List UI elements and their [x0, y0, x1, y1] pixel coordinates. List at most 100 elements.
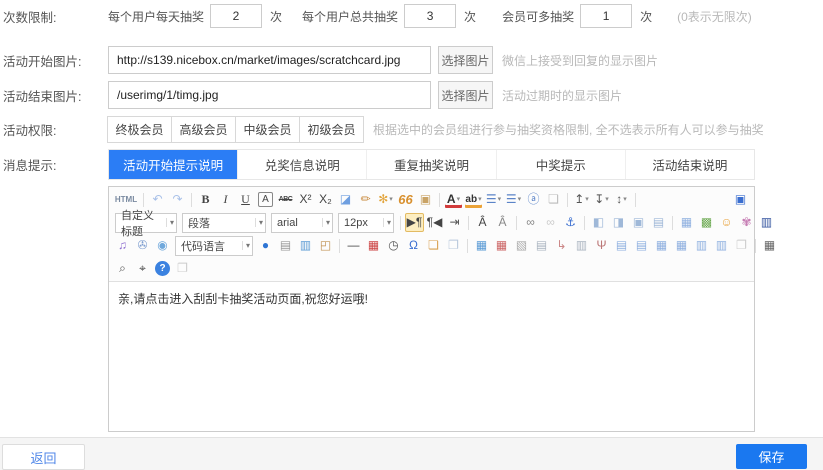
auto-typeset-icon[interactable]: ✻▾	[376, 190, 395, 209]
direction-ltr-icon[interactable]: ▶¶	[405, 213, 424, 232]
highlight-color-icon[interactable]: ab▾	[464, 190, 483, 209]
print-icon[interactable]: ▦	[760, 236, 779, 255]
blockquote-icon[interactable]: 66	[396, 190, 415, 209]
delete-row-icon[interactable]: Ψ	[592, 236, 611, 255]
insert-link-icon[interactable]: ∞	[521, 213, 540, 232]
help-icon[interactable]: ?	[155, 261, 170, 276]
horizontal-rule-icon[interactable]: —	[344, 236, 363, 255]
tab-activity-start-tip[interactable]: 活动开始提示说明	[109, 150, 237, 179]
editor-content[interactable]: 亲,请点击进入刮刮卡抽奖活动页面,祝您好运哦!	[109, 282, 754, 431]
start-image-pick-button[interactable]: 选择图片	[438, 46, 493, 74]
image-block-icon[interactable]: ▤	[649, 213, 668, 232]
underline-icon[interactable]: U	[236, 190, 255, 209]
anchor-style-icon[interactable]: ⓐ	[524, 190, 543, 209]
italic-icon[interactable]: I	[216, 190, 235, 209]
table-style-2-icon[interactable]: ▤	[632, 236, 651, 255]
insert-date-icon[interactable]: ▦	[364, 236, 383, 255]
attachment-icon[interactable]: ✇	[133, 236, 152, 255]
start-image-input[interactable]	[108, 46, 431, 74]
special-chars-icon[interactable]: Ω	[404, 236, 423, 255]
code-language-select[interactable]: 代码语言▾	[175, 236, 253, 256]
subscript-icon[interactable]: X₂	[316, 190, 335, 209]
end-image-input[interactable]	[108, 81, 431, 109]
strikethrough-icon[interactable]: ABC	[276, 190, 295, 209]
emotion-icon[interactable]: ☺	[717, 213, 736, 232]
end-image-pick-button[interactable]: 选择图片	[438, 81, 493, 109]
table-style-1-icon[interactable]: ▤	[612, 236, 631, 255]
paste-plain-icon[interactable]: ▣	[416, 190, 435, 209]
rich-text-editor: HTML↶↷BIUAABCX²X₂◪✏✻▾66▣A▾ab▾☰▾☰▾ⓐ❏↥▾↧▾↕…	[108, 186, 755, 432]
font-family-select[interactable]: arial▾	[271, 213, 333, 233]
char-spacing-narrow-icon[interactable]: Â	[493, 213, 512, 232]
table-style-6-icon[interactable]: ▥	[712, 236, 731, 255]
unordered-list-icon[interactable]: ☰▾	[504, 190, 523, 209]
char-spacing-wide-icon[interactable]: Â	[473, 213, 492, 232]
insert-table-icon[interactable]: ▦	[472, 236, 491, 255]
bold-icon[interactable]: B	[196, 190, 215, 209]
find-replace-icon[interactable]: ⌖	[133, 259, 152, 278]
word-image-icon[interactable]: ❐	[444, 236, 463, 255]
paragraph-spacing-bottom-icon[interactable]: ↧▾	[592, 190, 611, 209]
clear-doc-icon[interactable]: ❏	[544, 190, 563, 209]
split-cells-icon[interactable]: ↳	[552, 236, 571, 255]
insert-column-icon[interactable]: ▥	[572, 236, 591, 255]
template-icon[interactable]: ◰	[316, 236, 335, 255]
indent-icon[interactable]: ⇥	[445, 213, 464, 232]
per-day-input[interactable]	[210, 4, 262, 28]
image-align-right-icon[interactable]: ◨	[609, 213, 628, 232]
font-border-icon[interactable]: A	[258, 192, 273, 207]
insert-music-icon[interactable]: ♫	[113, 236, 132, 255]
redo-icon[interactable]: ↷	[168, 190, 187, 209]
member-option-ultimate[interactable]: 终极会员	[107, 116, 172, 143]
table-style-4-icon[interactable]: ▦	[672, 236, 691, 255]
image-align-center-icon[interactable]: ▣	[629, 213, 648, 232]
custom-title-select[interactable]: 自定义标题▾	[115, 213, 177, 233]
font-size-select[interactable]: 12px▾	[338, 213, 394, 233]
paragraph-spacing-top-icon[interactable]: ↥▾	[572, 190, 591, 209]
toolbar-separator	[584, 216, 585, 230]
image-align-left-icon[interactable]: ◧	[589, 213, 608, 232]
paragraph-select[interactable]: 段落▾	[182, 213, 266, 233]
insert-video-icon[interactable]: ▥	[757, 213, 776, 232]
font-color-icon[interactable]: A▾	[444, 190, 463, 209]
insert-code-icon[interactable]: ●	[256, 236, 275, 255]
image-manager-icon[interactable]: ▩	[697, 213, 716, 232]
tab-activity-end[interactable]: 活动结束说明	[625, 150, 754, 179]
insert-time-icon[interactable]: ◷	[384, 236, 403, 255]
tab-win-tip[interactable]: 中奖提示	[496, 150, 625, 179]
doc-file-icon[interactable]: ❐	[732, 236, 751, 255]
insert-anchor-icon[interactable]: ⚓	[561, 213, 580, 232]
ordered-list-icon[interactable]: ☰▾	[484, 190, 503, 209]
page-break-icon[interactable]: ▤	[276, 236, 295, 255]
table-style-3-icon[interactable]: ▦	[652, 236, 671, 255]
eraser-icon[interactable]: ◪	[336, 190, 355, 209]
remove-link-icon[interactable]: ∞	[541, 213, 560, 232]
member-extra-input[interactable]	[580, 4, 632, 28]
tab-repeat-draw[interactable]: 重复抽奖说明	[366, 150, 495, 179]
delete-table-icon[interactable]: ▦	[492, 236, 511, 255]
line-height-icon[interactable]: ↕▾	[612, 190, 631, 209]
snap-screen-icon[interactable]: ❏	[424, 236, 443, 255]
member-extra-label: 会员可多抽奖	[502, 8, 574, 25]
map-icon[interactable]: ◉	[153, 236, 172, 255]
fullscreen-icon[interactable]: ▣	[731, 190, 750, 209]
total-input[interactable]	[404, 4, 456, 28]
preview-icon[interactable]: ⌕	[113, 259, 132, 278]
member-option-middle[interactable]: 中级会员	[235, 116, 300, 143]
insert-columns-icon[interactable]: ▥	[296, 236, 315, 255]
start-image-label: 活动开始图片:	[0, 51, 108, 70]
member-option-senior[interactable]: 高级会员	[171, 116, 236, 143]
tab-redeem-info[interactable]: 兑奖信息说明	[237, 150, 366, 179]
table-title-icon[interactable]: ▧	[512, 236, 531, 255]
table-style-5-icon[interactable]: ▥	[692, 236, 711, 255]
save-button[interactable]: 保存	[736, 444, 807, 469]
drafts-icon[interactable]: ❐	[173, 259, 192, 278]
member-option-junior[interactable]: 初级会员	[299, 116, 364, 143]
direction-rtl-icon[interactable]: ¶◀	[425, 213, 444, 232]
superscript-icon[interactable]: X²	[296, 190, 315, 209]
merge-cells-icon[interactable]: ▤	[532, 236, 551, 255]
scrawl-icon[interactable]: ✾	[737, 213, 756, 232]
back-button[interactable]: 返回	[2, 444, 85, 470]
insert-image-icon[interactable]: ▦	[677, 213, 696, 232]
format-painter-icon[interactable]: ✏	[356, 190, 375, 209]
